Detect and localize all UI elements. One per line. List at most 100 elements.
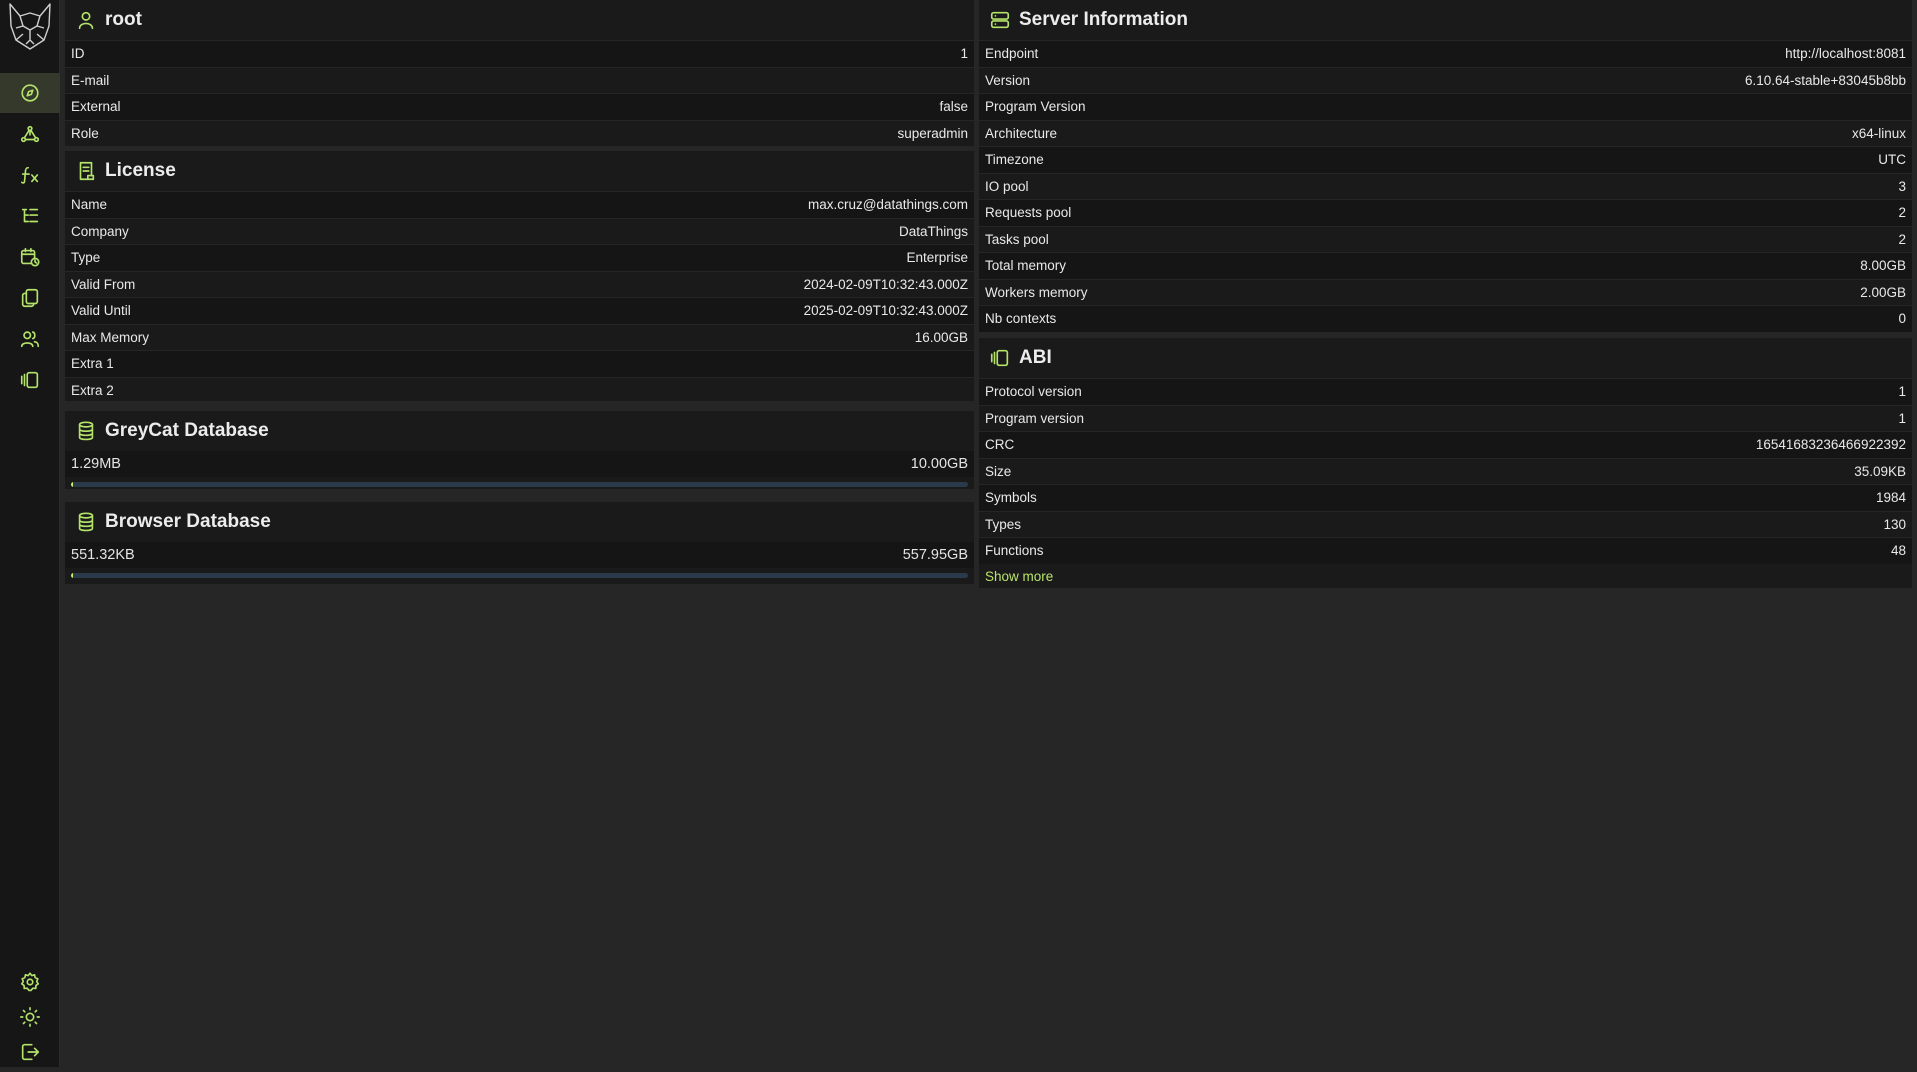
license-row: TypeEnterprise	[65, 244, 974, 271]
server-row: Requests pool2	[979, 199, 1912, 226]
user-row-key: External	[71, 99, 121, 114]
server-row-value: 0	[1898, 311, 1906, 326]
logout-icon	[19, 1041, 41, 1063]
abi-row-value: 16541683236466922392	[1756, 437, 1906, 452]
browser-db-title: Browser Database	[105, 511, 271, 533]
user-row-value: 1	[960, 46, 968, 61]
abi-row-key: Types	[985, 517, 1021, 532]
function-icon	[19, 164, 41, 186]
user-card: root ID1E-mailExternalfalseRolesuperadmi…	[65, 0, 974, 146]
user-card-header: root	[65, 0, 974, 40]
user-row: External false	[65, 93, 974, 120]
server-row-key: Program Version	[985, 99, 1086, 114]
server-row-key: Endpoint	[985, 46, 1038, 61]
server-row: Nb contexts 0	[979, 305, 1912, 332]
show-more-link[interactable]: Show more	[979, 564, 1912, 590]
server-row-key: Requests pool	[985, 205, 1071, 220]
server-row: Program Version	[979, 93, 1912, 120]
abi-icon	[989, 347, 1011, 369]
abi-row: Size35.09KB	[979, 458, 1912, 485]
server-row-value: x64-linux	[1852, 126, 1906, 141]
nav-logout[interactable]	[0, 1032, 60, 1072]
license-row-value: 16.00GB	[915, 330, 968, 345]
abi-row-key: Size	[985, 464, 1011, 479]
license-row-value: DataThings	[899, 224, 968, 239]
license-row: Valid Until2025-02-09T10:32:43.000Z	[65, 297, 974, 324]
license-rows: Namemax.cruz@datathings.comCompanyDataTh…	[65, 191, 974, 403]
server-row: Endpointhttp://localhost:8081	[979, 40, 1912, 67]
server-row-key: IO pool	[985, 179, 1029, 194]
license-row-key: Valid Until	[71, 303, 131, 318]
license-row: Extra 1	[65, 350, 974, 377]
nav-graph[interactable]	[0, 114, 60, 154]
server-title: Server Information	[1019, 9, 1188, 31]
abi-row-key: Functions	[985, 543, 1044, 558]
user-row-key: Role	[71, 126, 99, 141]
user-row: ID 1	[65, 40, 974, 67]
server-row: Architecturex64-linux	[979, 120, 1912, 147]
nav-dashboard[interactable]	[0, 73, 60, 113]
server-card-header: Server Information	[979, 0, 1912, 40]
greycat-db-total: 10.00GB	[911, 456, 968, 472]
nav-tree[interactable]	[0, 196, 60, 236]
nav-theme[interactable]	[0, 997, 60, 1037]
license-icon	[75, 160, 97, 182]
greycat-logo-icon[interactable]	[4, 0, 56, 52]
server-rows: Endpointhttp://localhost:8081 Version 6.10…	[979, 40, 1912, 332]
abi-row-value: 1	[1898, 384, 1906, 399]
server-row-key: Timezone	[985, 152, 1044, 167]
server-row-value: 2.00GB	[1860, 285, 1906, 300]
server-row: Total memory8.00GB	[979, 252, 1912, 279]
abi-icon	[19, 369, 41, 391]
abi-rows: Protocol version1Program version1CRC1654…	[979, 378, 1912, 564]
greycat-db-card: GreyCat Database 1.29MB 10.00GB	[65, 411, 974, 489]
license-row-value: max.cruz@datathings.com	[808, 197, 968, 212]
nav-tasks[interactable]	[0, 237, 60, 277]
theme-sun-icon	[19, 1006, 41, 1028]
license-card: License Namemax.cruz@datathings.comCompa…	[65, 151, 974, 401]
user-row-value: false	[939, 99, 968, 114]
server-row-key: Tasks pool	[985, 232, 1049, 247]
server-row: Workers memory2.00GB	[979, 279, 1912, 306]
abi-title: ABI	[1019, 347, 1052, 369]
abi-row: Symbols1984	[979, 484, 1912, 511]
abi-row-key: Protocol version	[985, 384, 1082, 399]
abi-row-key: Program version	[985, 411, 1084, 426]
greycat-db-progress-fill	[71, 482, 73, 487]
user-row-key: ID	[71, 46, 85, 61]
license-row-key: Max Memory	[71, 330, 149, 345]
database-icon	[75, 511, 97, 533]
server-row-value: 8.00GB	[1860, 258, 1906, 273]
server-row-key: Version	[985, 73, 1030, 88]
license-row-key: Extra 1	[71, 356, 114, 371]
license-card-header: License	[65, 151, 974, 191]
server-row: IO pool 3	[979, 173, 1912, 200]
nav-abi[interactable]	[0, 360, 60, 400]
abi-row-key: CRC	[985, 437, 1014, 452]
tree-icon	[19, 205, 41, 227]
nav-settings[interactable]	[0, 962, 60, 1002]
files-icon	[19, 287, 41, 309]
greycat-db-progress	[71, 482, 968, 487]
server-row-value: UTC	[1878, 152, 1906, 167]
database-icon	[75, 420, 97, 442]
abi-row-value: 1984	[1876, 490, 1906, 505]
license-row: Max Memory 16.00GB	[65, 324, 974, 351]
nav-functions[interactable]	[0, 155, 60, 195]
server-row-value: 6.10.64-stable+83045b8bb	[1745, 73, 1906, 88]
browser-db-progress-fill	[71, 573, 73, 578]
server-row: Tasks pool 2	[979, 226, 1912, 253]
server-row-key: Nb contexts	[985, 311, 1056, 326]
nav-files[interactable]	[0, 278, 60, 318]
server-row-value: 3	[1898, 179, 1906, 194]
greycat-db-title: GreyCat Database	[105, 420, 269, 442]
server-row-value: 2	[1898, 232, 1906, 247]
main-content: root ID1E-mailExternalfalseRolesuperadmi…	[60, 0, 1917, 1067]
user-row: Rolesuperadmin	[65, 120, 974, 147]
browser-db-usage: 551.32KB 557.95GB	[65, 542, 974, 568]
nav-users[interactable]	[0, 319, 60, 359]
calendar-clock-icon	[19, 246, 41, 268]
greycat-db-header: GreyCat Database	[65, 411, 974, 451]
abi-card: ABI Protocol version1Program version1CRC…	[979, 338, 1912, 588]
abi-card-header: ABI	[979, 338, 1912, 378]
